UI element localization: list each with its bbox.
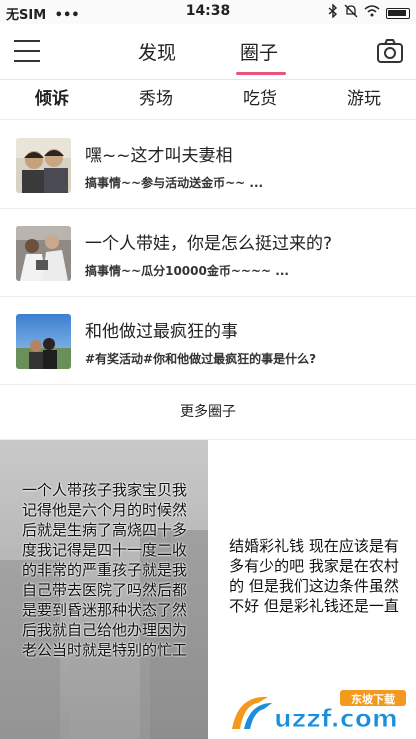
- story-card[interactable]: 一个人带孩子我家宝贝我记得他是六个月的时候然后就是生病了高烧四十多度我记得是四十…: [0, 440, 208, 739]
- circle-thumbnail: [16, 314, 71, 369]
- story-card[interactable]: 结婚彩礼钱 现在应该是有多有少的吧 我家是在农村的 但是我们这边条件虽然不好 但…: [210, 440, 416, 739]
- category-confide[interactable]: 倾诉: [0, 80, 104, 119]
- circle-title: 和他做过最疯狂的事: [85, 322, 238, 342]
- story-card-text: 一个人带孩子我家宝贝我记得他是六个月的时候然后就是生病了高烧四十多度我记得是四十…: [22, 481, 188, 659]
- category-foodie[interactable]: 吃货: [208, 80, 312, 119]
- status-bar: 无SIM ••• 14:38: [0, 0, 416, 24]
- circle-list-item[interactable]: 和他做过最疯狂的事 #有奖活动#你和他做过最疯狂的事是什么?: [0, 297, 416, 385]
- circle-title: 嘿~~这才叫夫妻相: [85, 146, 233, 166]
- category-show[interactable]: 秀场: [104, 80, 208, 119]
- category-travel[interactable]: 游玩: [312, 80, 416, 119]
- top-nav-bar: 发现 圈子: [0, 24, 416, 80]
- circle-subtitle: 搞事情~~瓜分10000金币~~~~ ...: [85, 264, 289, 278]
- circle-thumbnail: [16, 226, 71, 281]
- circle-subtitle: 搞事情~~参与活动送金币~~ ...: [85, 176, 264, 190]
- circle-list-item[interactable]: 一个人带娃，你是怎么挺过来的? 搞事情~~瓜分10000金币~~~~ ...: [0, 209, 416, 297]
- camera-icon[interactable]: [376, 38, 404, 64]
- bluetooth-icon: [328, 3, 338, 22]
- active-tab-indicator: [236, 72, 286, 75]
- tab-circle[interactable]: 圈子: [240, 38, 278, 65]
- menu-icon[interactable]: [14, 40, 40, 62]
- watermark-text: uzzf.com: [274, 704, 398, 733]
- site-watermark: 东坡下载 uzzf.com: [228, 689, 412, 735]
- more-circles-button[interactable]: 更多圈子: [0, 385, 416, 440]
- mute-bell-icon: [344, 4, 358, 22]
- uzzf-logo: 东坡下载 uzzf.com: [232, 690, 406, 734]
- status-icons: [328, 3, 410, 22]
- wifi-icon: [364, 5, 380, 21]
- story-card-text: 结婚彩礼钱 现在应该是有多有少的吧 我家是在农村的 但是我们这边条件虽然不好 但…: [229, 537, 399, 615]
- circle-list-item[interactable]: 嘿~~这才叫夫妻相 搞事情~~参与活动送金币~~ ...: [0, 121, 416, 209]
- circle-subtitle: #有奖活动#你和他做过最疯狂的事是什么?: [85, 352, 317, 366]
- category-bar: 倾诉 秀场 吃货 游玩: [0, 80, 416, 120]
- tab-discover[interactable]: 发现: [138, 38, 176, 65]
- battery-icon: [386, 7, 410, 19]
- circle-title: 一个人带娃，你是怎么挺过来的?: [85, 234, 333, 254]
- circle-thumbnail: [16, 138, 71, 193]
